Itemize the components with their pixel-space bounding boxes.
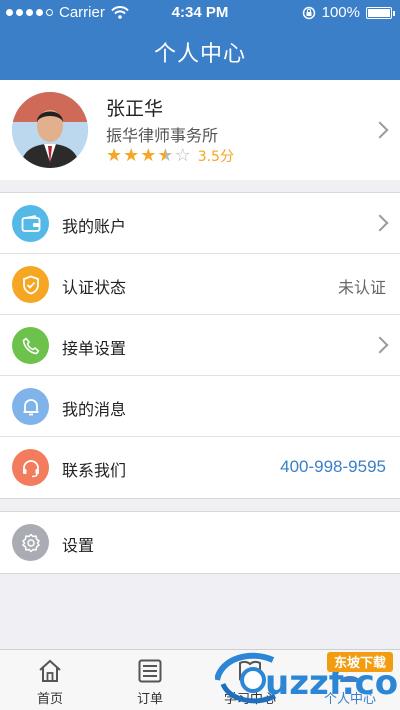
chevron-right-icon [371,214,389,232]
tab-label: 首页 [36,692,63,707]
status-bar: Carrier 4:34 PM 100% [0,0,400,26]
orientation-lock-icon [302,6,315,19]
tab-label: 订单 [136,692,163,707]
law-firm: 振华律师事务所 [106,126,219,145]
menu-item-messages[interactable]: 我的消息 [0,376,400,437]
headset-icon [12,449,49,486]
rating-score: 3.5分 [197,149,234,165]
star-icon: ★ [140,145,157,166]
menu-label: 联系我们 [62,461,127,480]
home-icon [39,659,61,682]
menu-item-verification[interactable]: 认证状态 未认证 [0,254,400,315]
tab-orders[interactable]: 订单 [100,650,200,710]
menu-label: 设置 [62,536,95,555]
battery-percent: 100% [321,4,360,21]
page-title: 个人中心 [153,42,246,67]
profile-card[interactable]: 张正华 振华律师事务所 ★ ★ ★ ★ ☆ 3.5分 [0,80,400,180]
menu-label: 我的消息 [62,400,127,419]
chevron-right-icon [371,336,389,354]
menu-label: 认证状态 [62,278,127,297]
svg-text:东坡下载: 东坡下载 [334,655,386,671]
chevron-right-icon [371,121,389,139]
battery-icon [366,6,395,19]
star-icon: ★ [123,145,140,166]
avatar [12,92,88,168]
menu-item-order-settings[interactable]: 接单设置 [0,315,400,376]
menu-label: 我的账户 [62,217,127,236]
star-icon: ★ [106,145,123,166]
list-icon [138,659,162,683]
shield-icon [12,266,49,303]
menu-item-settings[interactable]: 设置 [0,512,400,573]
header: Carrier 4:34 PM 100% 个人中心 [0,0,400,80]
menu-label: 接单设置 [62,339,127,358]
watermark-logo: uzzf.com 东坡下载 [214,648,400,710]
phone-icon [12,327,49,364]
bell-icon [12,388,49,425]
contact-phone-number[interactable]: 400-998-9595 [280,457,386,477]
half-star-icon: ★ [157,145,174,166]
lawyer-name: 张正华 [106,98,164,120]
wallet-icon [12,205,49,242]
menu-list: 我的账户 认证状态 未认证 接单设置 我的消息 联系我们 400-998-959… [0,192,400,499]
settings-section: 设置 [0,511,400,574]
menu-item-account[interactable]: 我的账户 [0,193,400,254]
star-rating: ★ ★ ★ ★ ☆ 3.5分 [106,146,234,166]
tab-home[interactable]: 首页 [0,650,100,710]
verification-status: 未认证 [337,278,386,297]
gear-icon [12,524,49,561]
menu-item-contact[interactable]: 联系我们 400-998-9595 [0,437,400,498]
empty-star-icon: ☆ [174,145,191,166]
